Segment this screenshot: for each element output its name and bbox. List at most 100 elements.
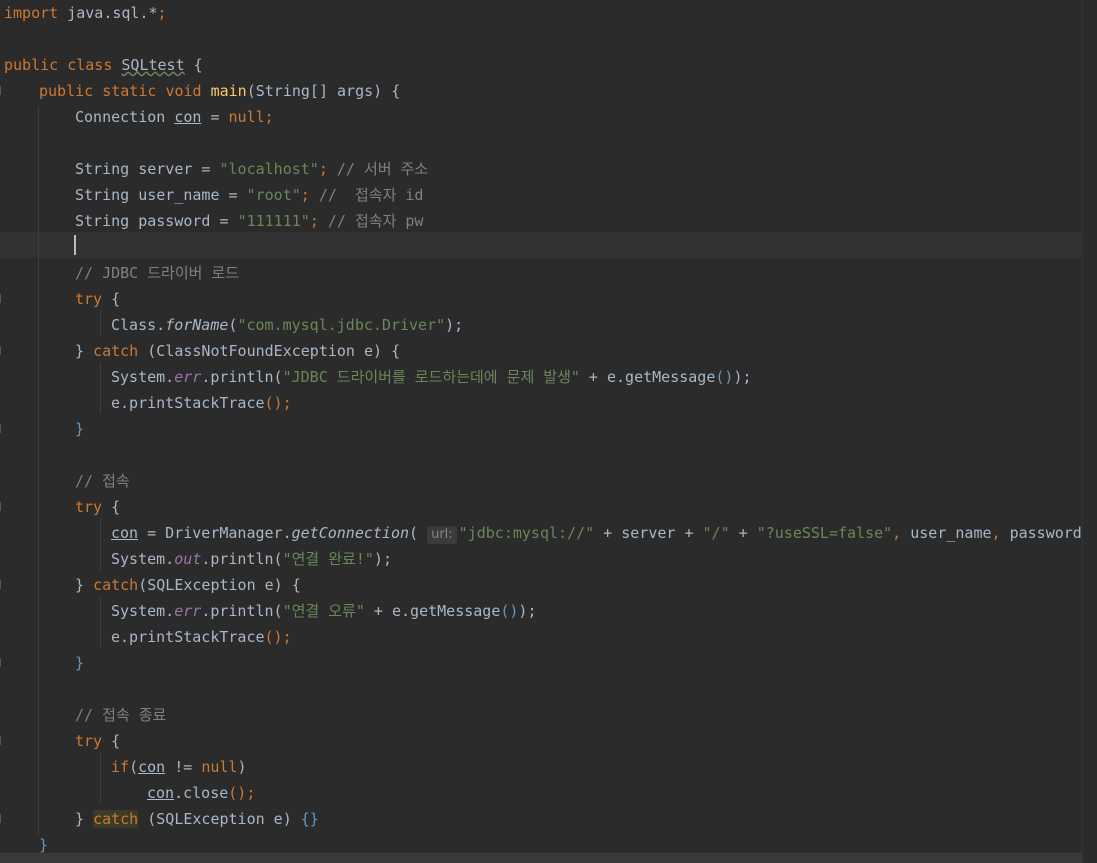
code-line[interactable]: } — [75, 650, 84, 676]
comment-token: // 서버 주소 — [336, 160, 429, 178]
code-token: user_name — [910, 524, 992, 542]
text-caret — [74, 235, 76, 255]
keyword-token: void — [165, 82, 202, 100]
field-token: err — [174, 368, 202, 386]
fold-marker-icon[interactable] — [0, 346, 5, 355]
code-token: () — [264, 394, 283, 412]
code-line[interactable]: e.printStackTrace(); — [111, 624, 292, 650]
code-token: (SQLException e) — [138, 810, 301, 828]
code-line[interactable]: // 접속 종료 — [75, 702, 166, 728]
punctuation-token: ; — [157, 4, 167, 22]
keyword-token: try — [75, 498, 103, 516]
fold-marker-icon[interactable] — [0, 658, 5, 667]
keyword-token: if — [111, 758, 130, 776]
code-line[interactable]: e.printStackTrace(); — [111, 390, 292, 416]
vertical-scrollbar[interactable] — [1082, 0, 1097, 863]
code-line[interactable]: // JDBC 드라이버 로드 — [75, 260, 239, 286]
fold-marker-icon[interactable] — [0, 502, 5, 511]
code-line[interactable]: System.out.println("연결 완료!"); — [111, 546, 392, 572]
fold-marker-icon[interactable] — [0, 736, 5, 745]
fold-marker-icon[interactable] — [0, 424, 5, 433]
keyword-token: try — [75, 732, 103, 750]
fold-marker-icon[interactable] — [0, 86, 5, 95]
variable-token: con — [174, 108, 202, 126]
code-line[interactable]: Connection con = null; — [75, 104, 274, 130]
code-line[interactable]: con = DriverManager.getConnection( url: "… — [111, 520, 1097, 546]
string-token: "연결 완료!" — [282, 550, 374, 568]
code-line[interactable]: } catch(SQLException e) { — [75, 572, 301, 598]
string-token: "com.mysql.jdbc.Driver" — [237, 316, 446, 334]
keyword-token: null — [201, 758, 238, 776]
punctuation-token: ; — [318, 160, 337, 178]
code-editor[interactable]: import java.sql.*; public class SQLtest … — [0, 0, 1097, 863]
code-token: System. — [111, 368, 175, 386]
horizontal-scrollbar[interactable] — [0, 853, 1083, 863]
code-line[interactable]: String user_name = "root"; // 접속자 id — [75, 182, 423, 208]
code-token: String password = — [75, 212, 238, 230]
code-line[interactable]: // 접속 — [75, 468, 130, 494]
string-token: "/" — [702, 524, 730, 542]
code-token: + e.getMessage — [579, 368, 716, 386]
code-line[interactable]: Class.forName("com.mysql.jdbc.Driver"); — [111, 312, 463, 338]
code-line[interactable]: public class SQLtest { — [4, 52, 203, 78]
code-token: {} — [300, 810, 319, 828]
keyword-token: catch — [93, 342, 139, 360]
code-line[interactable]: System.err.println("연결 오류" + e.getMessag… — [111, 598, 536, 624]
indent-guide — [100, 596, 101, 648]
comment-token: // JDBC 드라이버 로드 — [75, 264, 240, 282]
string-token: "?useSSL=false" — [756, 524, 893, 542]
variable-token: con — [147, 784, 175, 802]
code-token: .println( — [201, 550, 283, 568]
code-token: () — [715, 368, 734, 386]
code-token: ); — [733, 368, 752, 386]
code-token: + e.getMessage — [364, 602, 501, 620]
code-line[interactable]: } catch (SQLException e) {} — [75, 806, 319, 832]
code-token: System. — [111, 550, 175, 568]
code-token: (SQLException e) { — [138, 576, 301, 594]
code-line[interactable]: con.close(); — [147, 780, 255, 806]
fold-marker-icon[interactable] — [0, 580, 5, 589]
code-token: () — [264, 628, 283, 646]
field-token: out — [174, 550, 202, 568]
indent-guide — [100, 310, 101, 336]
code-token: ( — [409, 524, 428, 542]
code-token: (ClassNotFoundException e) { — [138, 342, 401, 360]
code-token: String server = — [75, 160, 220, 178]
code-token: } — [75, 654, 85, 672]
method-name-token: main — [210, 82, 247, 100]
code-token: ( — [129, 758, 139, 776]
string-token: "111111" — [237, 212, 310, 230]
keyword-token: try — [75, 290, 103, 308]
code-line[interactable]: String password = "111111"; // 접속자 pw — [75, 208, 423, 234]
code-token: = — [201, 108, 229, 126]
indent-guide — [38, 106, 39, 834]
code-token: } — [75, 420, 85, 438]
fold-marker-icon[interactable] — [0, 814, 5, 823]
code-token: != — [165, 758, 202, 776]
code-line[interactable]: System.err.println("JDBC 드라이버를 로드하는데에 문제… — [111, 364, 752, 390]
code-line[interactable]: try { — [75, 494, 120, 520]
code-token: ); — [373, 550, 392, 568]
keyword-token: catch — [93, 576, 139, 594]
code-token: { — [102, 732, 121, 750]
keyword-token: static — [102, 82, 157, 100]
method-name-token: getConnection — [291, 524, 410, 542]
field-token: err — [174, 602, 202, 620]
punctuation-token: , — [991, 524, 1010, 542]
punctuation-token: ; — [300, 186, 319, 204]
code-line[interactable]: String server = "localhost"; // 서버 주소 — [75, 156, 428, 182]
code-line[interactable]: import java.sql.*; — [4, 0, 167, 26]
comment-token: // 접속 — [75, 472, 130, 490]
code-token: ); — [445, 316, 464, 334]
code-line[interactable]: } catch (ClassNotFoundException e) { — [75, 338, 400, 364]
code-line[interactable]: try { — [75, 728, 120, 754]
code-token: ) — [237, 758, 247, 776]
code-line[interactable]: try { — [75, 286, 120, 312]
code-line[interactable]: if(con != null) — [111, 754, 246, 780]
code-line[interactable]: } — [75, 416, 84, 442]
fold-marker-icon[interactable] — [0, 294, 5, 303]
code-line[interactable]: public static void main(String[] args) { — [39, 78, 400, 104]
